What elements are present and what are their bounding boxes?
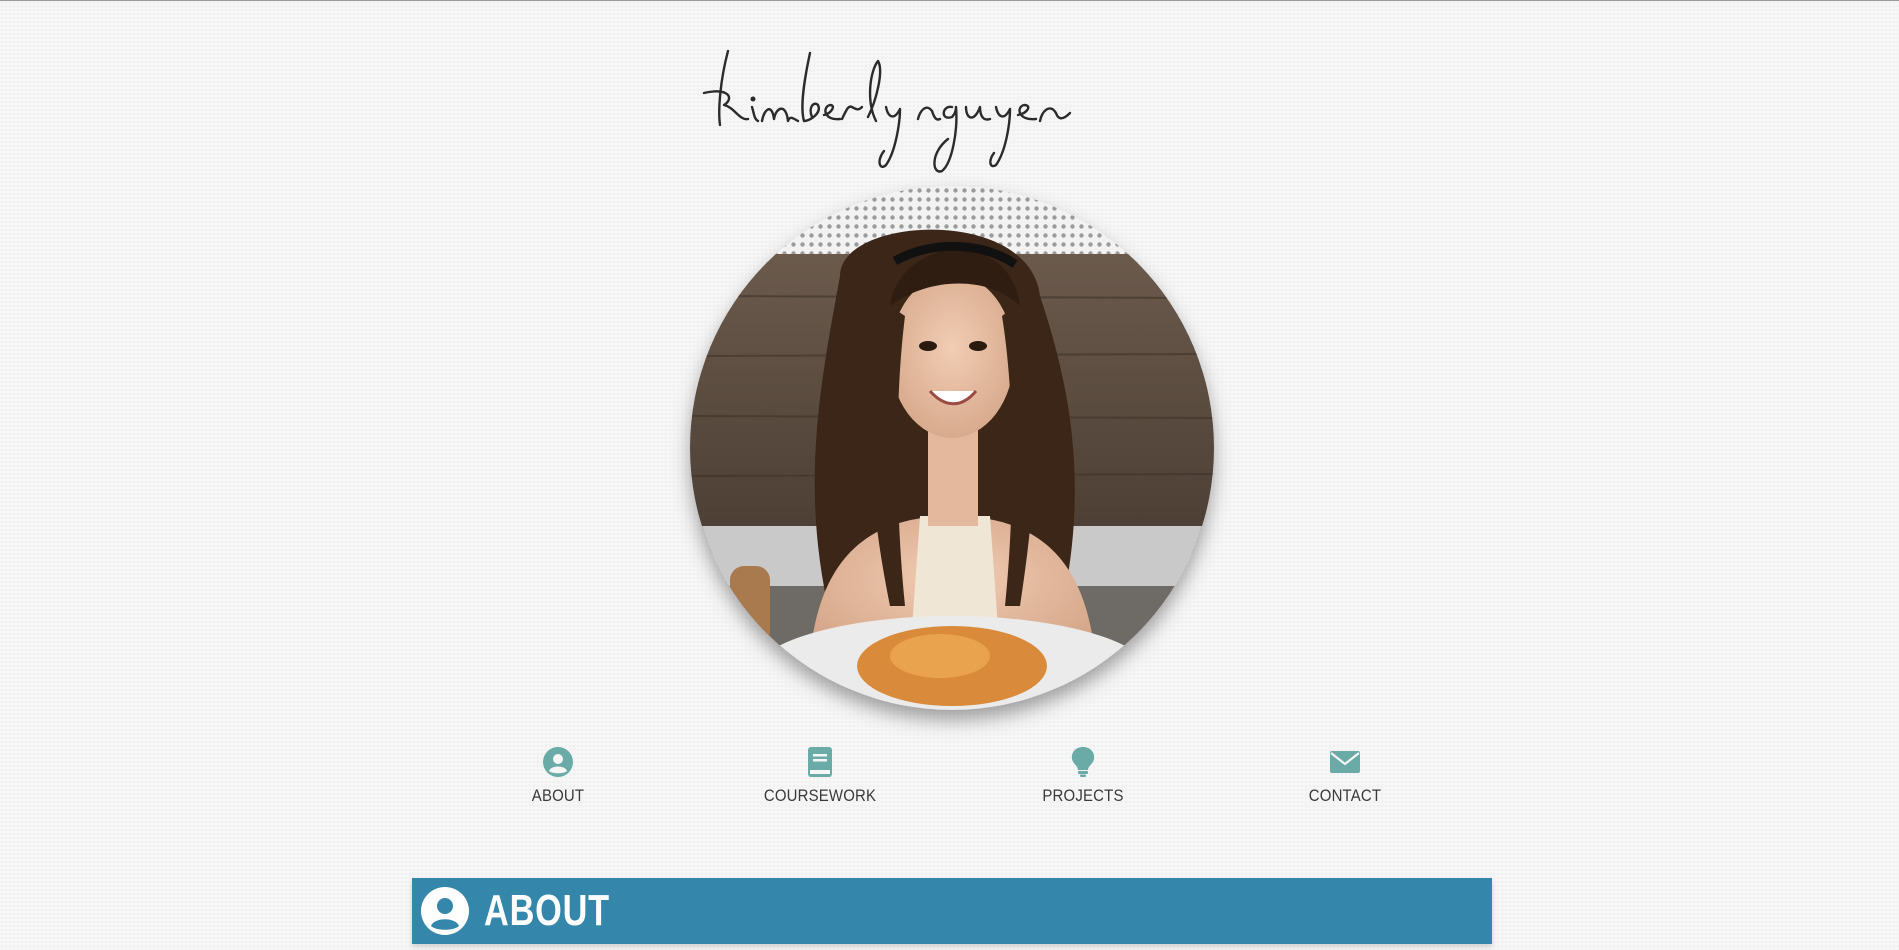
user-circle-icon <box>543 747 573 777</box>
envelope-icon <box>1330 751 1360 773</box>
signature-logo-art <box>702 49 1072 173</box>
book-icon <box>808 747 832 777</box>
profile-photo-art <box>690 186 1214 710</box>
nav-item-contact[interactable]: CONTACT <box>1265 746 1425 806</box>
nav-item-coursework[interactable]: COURSEWORK <box>740 746 900 806</box>
signature-logo[interactable] <box>700 41 1180 181</box>
lightbulb-icon <box>1071 747 1095 777</box>
user-circle-icon <box>421 887 469 935</box>
section-title: ABOUT <box>484 886 610 935</box>
about-section-header: ABOUT <box>412 878 1492 944</box>
nav-label-contact: CONTACT <box>1308 786 1382 805</box>
profile-photo <box>690 186 1214 710</box>
nav-item-about[interactable]: ABOUT <box>478 746 638 806</box>
nav-item-projects[interactable]: PROJECTS <box>1003 746 1163 806</box>
main-nav: ABOUT COURSEWORK PROJECTS CONTACT <box>0 746 1899 816</box>
nav-label-about: ABOUT <box>531 786 585 805</box>
nav-label-projects: PROJECTS <box>1042 786 1124 805</box>
nav-label-coursework: COURSEWORK <box>763 786 877 805</box>
